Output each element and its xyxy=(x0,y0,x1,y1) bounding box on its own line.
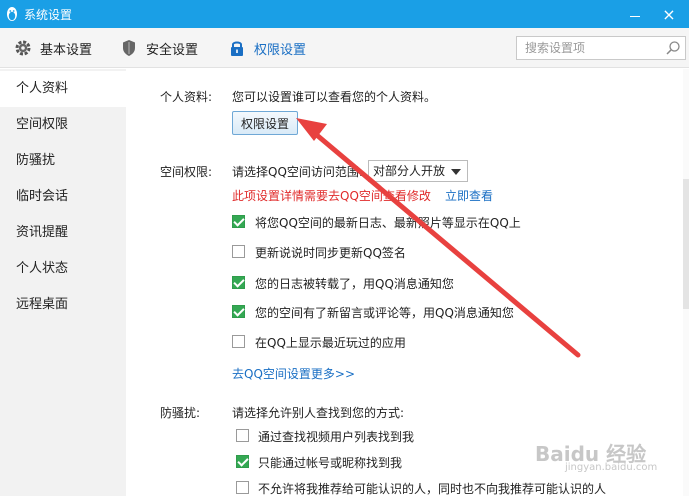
more-space-settings-link[interactable]: 去QQ空间设置更多>> xyxy=(232,365,355,382)
space-option-label: 您的空间有了新留言或评论等，用QQ消息通知您 xyxy=(255,306,514,320)
baidu-jingyan-watermark: Baidu 经验 jingyan.baidu.com xyxy=(535,438,657,473)
sidebar-item-anti-harassment[interactable]: 防骚扰 xyxy=(0,143,126,179)
tab-permission-settings[interactable]: 权限设置 xyxy=(228,28,306,68)
harass-prompt: 请选择允许别人查找到您的方式: xyxy=(232,406,405,420)
sidebar-item-personal-status[interactable]: 个人状态 xyxy=(0,251,126,287)
sidebar-item-space-permission[interactable]: 空间权限 xyxy=(0,107,126,143)
sidebar-item-profile[interactable]: 个人资料 xyxy=(0,71,126,107)
sidebar: 个人资料 空间权限 防骚扰 临时会话 资讯提醒 个人状态 远程桌面 xyxy=(0,69,126,496)
select-value: 对部分人开放 xyxy=(373,164,446,178)
sidebar-item-temp-session[interactable]: 临时会话 xyxy=(0,179,126,215)
space-option-label: 更新说说时同步更新QQ签名 xyxy=(255,246,406,260)
harass-option-checkbox[interactable] xyxy=(236,481,249,494)
permission-settings-button[interactable]: 权限设置 xyxy=(232,111,298,135)
harass-option-label: 只能通过帐号或昵称找到我 xyxy=(258,456,403,470)
gear-icon xyxy=(15,40,31,56)
space-option-label: 您的日志被转载了，用QQ消息通知您 xyxy=(255,277,454,291)
tab-label: 权限设置 xyxy=(254,42,307,58)
space-option-label: 在QQ上显示最近玩过的应用 xyxy=(255,336,406,350)
close-icon: × xyxy=(662,4,676,24)
space-warning-text: 此项设置详情需要去QQ空间查看修改 xyxy=(232,189,431,203)
qq-penguin-icon xyxy=(7,7,17,21)
window-title: 系统设置 xyxy=(24,8,73,22)
scrollbar[interactable] xyxy=(683,69,689,496)
search-input[interactable] xyxy=(517,37,657,59)
sidebar-item-news-reminder[interactable]: 资讯提醒 xyxy=(0,215,126,251)
minimize-button[interactable] xyxy=(620,0,650,28)
space-option-checkbox[interactable] xyxy=(232,245,245,258)
chevron-down-icon xyxy=(451,169,461,175)
scrollbar-thumb[interactable] xyxy=(683,179,689,309)
title-bar: 系统设置 × xyxy=(0,0,689,28)
space-option-checkbox[interactable] xyxy=(232,215,245,228)
shield-icon xyxy=(123,40,135,56)
space-option-checkbox[interactable] xyxy=(232,335,245,348)
space-access-select[interactable]: 对部分人开放 xyxy=(368,160,468,182)
harass-section-label: 防骚扰: xyxy=(160,406,201,420)
tab-security-settings[interactable]: 安全设置 xyxy=(120,28,198,68)
profile-section-label: 个人资料: xyxy=(160,90,213,104)
harass-option-label: 通过查找视频用户列表找到我 xyxy=(258,430,415,444)
search-icon[interactable] xyxy=(665,40,681,56)
space-access-prompt: 请选择QQ空间访问范围: xyxy=(232,165,363,179)
harass-option-label: 不允许将我推荐给可能认识的人，同时也不向我推荐可能认识的人 xyxy=(258,482,607,496)
minimize-icon xyxy=(630,15,640,17)
view-now-link[interactable]: 立即查看 xyxy=(445,187,493,204)
settings-tab-bar: 基本设置 安全设置 权限设置 xyxy=(0,28,689,68)
space-section-label: 空间权限: xyxy=(160,165,213,179)
tab-label: 安全设置 xyxy=(146,42,199,58)
sidebar-item-remote-desktop[interactable]: 远程桌面 xyxy=(0,287,126,323)
tab-label: 基本设置 xyxy=(40,42,93,58)
space-option-checkbox[interactable] xyxy=(232,305,245,318)
tab-basic-settings[interactable]: 基本设置 xyxy=(14,28,92,68)
space-option-label: 将您QQ空间的最新日志、最新照片等显示在QQ上 xyxy=(255,216,521,230)
lock-icon xyxy=(231,41,243,56)
harass-option-checkbox[interactable] xyxy=(236,455,249,468)
profile-description: 您可以设置谁可以查看您的个人资料。 xyxy=(232,90,437,104)
harass-option-checkbox[interactable] xyxy=(236,429,249,442)
watermark-subtext: jingyan.baidu.com xyxy=(565,462,658,473)
search-box xyxy=(516,36,686,60)
close-button[interactable]: × xyxy=(654,0,684,28)
space-option-checkbox[interactable] xyxy=(232,276,245,289)
